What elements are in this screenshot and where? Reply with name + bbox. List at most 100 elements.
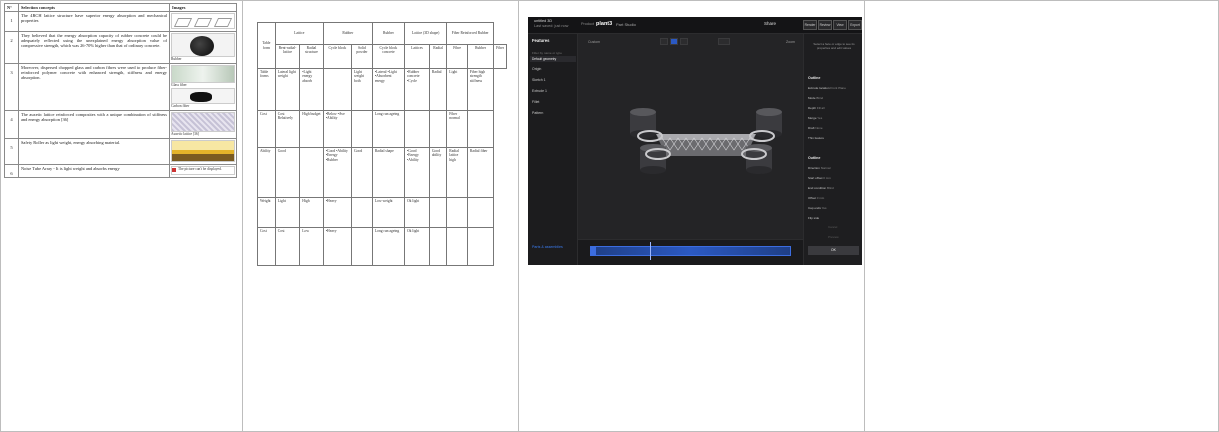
property-name: Direction xyxy=(808,166,820,170)
cancel-button[interactable]: Cancel xyxy=(828,225,837,229)
sidebar-footer-link[interactable]: Parts & assemblies xyxy=(532,245,563,249)
timeline-track[interactable] xyxy=(591,246,791,256)
feature-sidebar: Features Filter by name or type Default … xyxy=(528,34,578,265)
group-header-row: Table form Lattice Rubber Rubber Lattice… xyxy=(257,22,507,69)
timeline-playhead[interactable] xyxy=(650,242,651,260)
sidebar-filter-hint[interactable]: Filter by name or type xyxy=(532,51,562,55)
view-option-button[interactable] xyxy=(718,38,730,45)
panel-comparison-table: Table form Lattice Rubber Rubber Lattice… xyxy=(243,1,519,431)
table-row: Ability Good •Good •Ability •Energy •Rubbe… xyxy=(257,147,507,198)
lattice-part-model[interactable] xyxy=(626,104,786,184)
table-row: 5 Safety Roller as light weight, energy a… xyxy=(4,137,238,165)
table-cell xyxy=(299,147,324,198)
table-cell xyxy=(446,197,468,228)
group-header: Rubber xyxy=(371,22,405,45)
table-cell: Light xyxy=(274,197,301,228)
table-row: Cost Cost Relatively High budget •Below •Av… xyxy=(257,110,507,148)
zoom-control[interactable]: Zoom xyxy=(786,40,795,44)
property-name: Draft xyxy=(808,126,815,130)
table-cell xyxy=(351,197,373,228)
sidebar-item[interactable]: Pattern xyxy=(532,111,543,115)
view-mode-button[interactable] xyxy=(680,38,688,45)
property-row[interactable]: Mode Blind xyxy=(808,96,823,100)
lattice-image xyxy=(170,13,235,30)
barrier-image xyxy=(170,139,235,162)
property-row[interactable]: End condition Blind xyxy=(808,186,834,190)
sub-header: Radial structure xyxy=(299,44,324,69)
toolbar-button-render[interactable]: Render xyxy=(803,20,817,30)
toolbar-button-review[interactable]: Review xyxy=(818,20,832,30)
table-cell: High xyxy=(299,197,324,228)
properties-section-title: Outline xyxy=(808,156,821,160)
property-name: Cap ends xyxy=(808,206,821,210)
sub-header: Lattices xyxy=(403,44,430,69)
property-value: Yes xyxy=(817,116,823,120)
broken-image-icon xyxy=(171,168,176,173)
selection-concepts-table: N° Selection concepts Images 1 The 4RCH l… xyxy=(4,2,238,179)
properties-section-title: Outline xyxy=(808,76,821,80)
property-row[interactable]: Thin feature xyxy=(808,136,824,140)
concept-images xyxy=(168,11,238,33)
sidebar-item[interactable]: Origin xyxy=(532,67,541,71)
table-cell: Good xyxy=(351,147,373,198)
sidebar-item[interactable]: Sketch 1 xyxy=(532,78,546,82)
property-row[interactable]: Start offset 0 mm xyxy=(808,176,831,180)
share-button[interactable]: Share xyxy=(764,21,776,26)
table-cell: Radial xyxy=(428,68,448,111)
table-cell xyxy=(428,227,448,266)
property-name: Depth xyxy=(808,106,817,110)
property-row[interactable]: Offset 0 mm xyxy=(808,196,824,200)
sub-header: Radial xyxy=(428,44,448,69)
concept-description: Moreover, dispersed chopped glass and ca… xyxy=(17,63,170,111)
sidebar-title: Features xyxy=(532,38,550,43)
panel-selection-table: N° Selection concepts Images 1 The 4RCH l… xyxy=(1,1,243,431)
property-row[interactable]: Extrude location Front Plane xyxy=(808,86,846,90)
property-value: Blind xyxy=(827,186,834,190)
viewport-filter[interactable]: Custom xyxy=(588,40,600,44)
preview-button[interactable]: Preview xyxy=(828,235,839,239)
property-row[interactable]: Direction Normal xyxy=(808,166,830,170)
3d-viewport[interactable]: Custom Zoom xyxy=(578,34,803,239)
project-info[interactable]: untitled 3D Last saved: just now xyxy=(534,19,568,28)
table-cell: •Below •Ave •Ability xyxy=(322,110,353,148)
toolbar-button-export[interactable]: Export xyxy=(848,20,862,30)
row-label: Cost xyxy=(257,227,276,266)
property-name: Flip side xyxy=(808,216,820,220)
concept-description: Safety Roller as light weight, energy ab… xyxy=(17,137,170,165)
project-subtitle: Last saved: just now xyxy=(534,23,569,28)
property-row[interactable]: Draft None xyxy=(808,126,823,130)
table-cell: •Rubber concrete •Cycle xyxy=(403,68,430,111)
document-name[interactable]: Part Studio xyxy=(616,22,636,27)
table-row: 2 They believed that the energy absorptio… xyxy=(4,31,238,65)
table-cell xyxy=(466,110,495,148)
row-number: 5 xyxy=(4,137,19,165)
table-cell xyxy=(428,110,448,148)
sub-header: Cycle block xyxy=(322,44,353,69)
header-number: N° xyxy=(4,2,19,13)
view-mode-button[interactable] xyxy=(660,38,668,45)
toolbar-button-view[interactable]: View xyxy=(833,20,847,30)
sidebar-selected-item[interactable]: Default geometry xyxy=(530,56,576,62)
property-name: End condition xyxy=(808,186,827,190)
screenshot-grid: N° Selection concepts Images 1 The 4RCH l… xyxy=(0,0,1219,432)
timeline-start-handle[interactable] xyxy=(590,246,596,256)
property-value: Blind xyxy=(816,96,824,100)
property-row[interactable]: Flip side xyxy=(808,216,819,220)
sub-header: Fiber xyxy=(493,44,507,69)
brand-label: Product xyxy=(581,22,595,26)
property-value: Fill all xyxy=(816,106,825,110)
sidebar-item[interactable]: Fillet xyxy=(532,100,539,104)
view-mode-button-active[interactable] xyxy=(670,38,678,45)
row-label: Cost xyxy=(257,110,276,148)
ok-button[interactable]: OK xyxy=(808,246,859,255)
property-value: Front Plane xyxy=(830,86,846,90)
property-name: Mode xyxy=(808,96,816,100)
property-row[interactable]: Merge Yes xyxy=(808,116,822,120)
panel-cad-app: untitled 3D Last saved: just now Product… xyxy=(519,1,865,431)
row-number: 2 xyxy=(4,31,19,65)
sub-header-row: Bent-radial-lattice Radial structure Cycle… xyxy=(258,44,507,69)
sidebar-item[interactable]: Extrude 1 xyxy=(532,89,547,93)
property-row[interactable]: Cap ends Yes xyxy=(808,206,827,210)
property-row[interactable]: Depth Fill all xyxy=(808,106,825,110)
property-value: Normal xyxy=(820,166,831,170)
